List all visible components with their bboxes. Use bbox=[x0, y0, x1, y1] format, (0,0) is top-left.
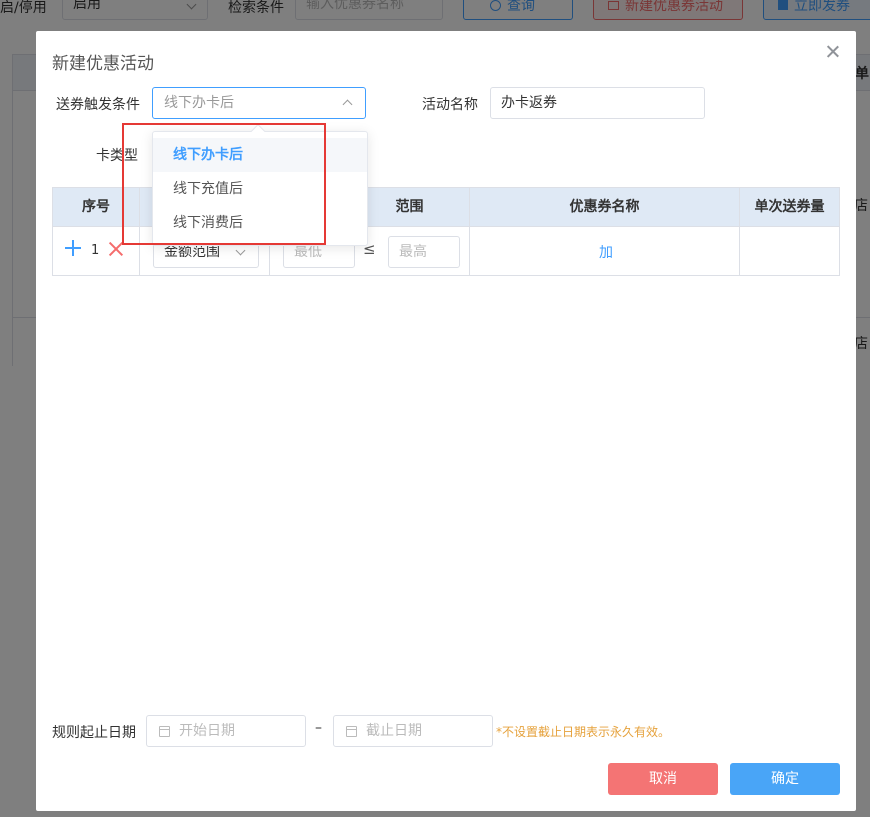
new-activity-dialog: 新建优惠活动 送券触发条件 线下办卡后 活动名称 办卡返券 卡类型 序号 范围 … bbox=[36, 31, 856, 811]
header-coupon-name: 优惠券名称 bbox=[470, 188, 740, 227]
max-amount-input[interactable]: 最高 bbox=[388, 236, 460, 268]
calendar-icon bbox=[159, 726, 170, 737]
max-amount-placeholder: 最高 bbox=[399, 244, 427, 260]
min-amount-placeholder: 最低 bbox=[294, 244, 322, 260]
date-hint: *不设置截止日期表示永久有效。 bbox=[496, 725, 671, 739]
calendar-icon bbox=[346, 726, 357, 737]
activity-name-label: 活动名称 bbox=[422, 97, 478, 113]
activity-name-value: 办卡返券 bbox=[501, 95, 557, 111]
end-date-input[interactable]: 截止日期 bbox=[333, 715, 493, 747]
header-send-quantity: 单次送券量 bbox=[754, 199, 825, 215]
trigger-condition-select[interactable]: 线下办卡后 bbox=[152, 87, 366, 119]
highlight-annotation-box bbox=[122, 123, 326, 245]
cell-divider bbox=[739, 227, 740, 275]
chevron-down-icon bbox=[235, 245, 246, 256]
close-icon[interactable] bbox=[826, 45, 840, 59]
trigger-condition-label: 送券触发条件 bbox=[56, 97, 140, 113]
trigger-condition-value: 线下办卡后 bbox=[164, 95, 234, 111]
range-type-value: 金额范围 bbox=[164, 244, 220, 260]
cancel-button[interactable]: 取消 bbox=[608, 763, 718, 795]
start-date-input[interactable]: 开始日期 bbox=[146, 715, 306, 747]
dialog-title: 新建优惠活动 bbox=[52, 54, 154, 74]
date-range-label: 规则起止日期 bbox=[52, 725, 136, 741]
date-separator: – bbox=[315, 720, 322, 736]
activity-name-input[interactable]: 办卡返券 bbox=[490, 87, 705, 119]
cell-divider bbox=[469, 227, 470, 275]
confirm-button[interactable]: 确定 bbox=[730, 763, 840, 795]
delete-icon[interactable] bbox=[109, 242, 123, 256]
end-date-placeholder: 截止日期 bbox=[366, 723, 422, 739]
row-index: 1 bbox=[91, 243, 100, 258]
start-date-placeholder: 开始日期 bbox=[179, 723, 235, 739]
plus-icon[interactable] bbox=[65, 240, 81, 256]
add-coupon-link[interactable]: 加 bbox=[599, 242, 613, 262]
chevron-up-icon bbox=[342, 99, 353, 110]
